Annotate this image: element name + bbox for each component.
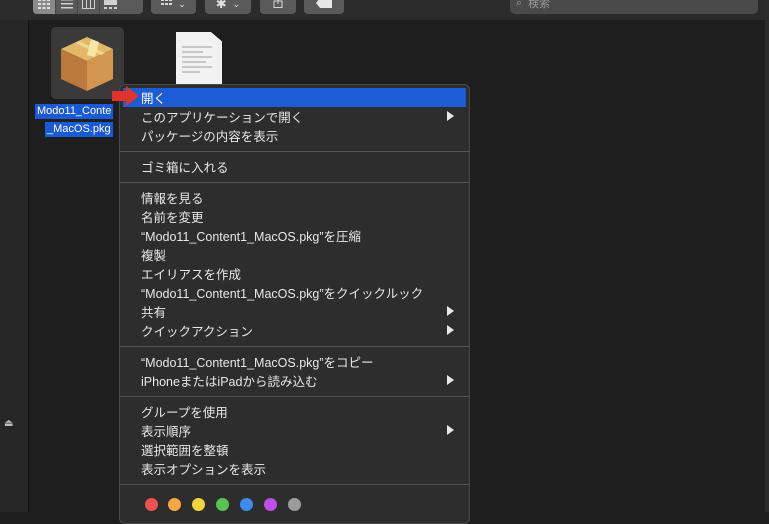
menu-item-label: グループを使用 [141,406,228,420]
menu-item-copy[interactable]: “Modo11_Content1_MacOS.pkg”をコピー [123,352,466,371]
list-view-icon[interactable] [55,0,77,14]
tag-blue-dot[interactable] [240,498,253,511]
menu-item-import-from-iphone[interactable]: iPhoneまたはiPadから読み込む [123,371,466,390]
menu-item-share[interactable]: 共有 [123,302,466,321]
menu-item-label: エイリアスを作成 [141,268,242,282]
menu-item-label: “Modo11_Content1_MacOS.pkg”を圧縮 [141,230,362,244]
search-icon: ⌕ [516,0,523,9]
menu-item-show-view-options[interactable]: 表示オプションを表示 [123,459,466,478]
menu-separator [120,396,469,397]
menu-item-open[interactable]: 開く [123,88,466,107]
menu-separator [120,484,469,485]
submenu-arrow-icon [447,111,454,121]
menu-item-get-info[interactable]: 情報を見る [123,188,466,207]
search-input[interactable] [526,0,731,11]
file-name-line-1: Modo11_Conte [35,104,114,119]
menu-item-use-groups[interactable]: グループを使用 [123,402,466,421]
tag-button[interactable] [304,0,344,14]
menu-item-label: 名前を変更 [141,211,204,225]
context-menu: 開く このアプリケーションで開く パッケージの内容を表示 ゴミ箱に入れる 情報を… [119,84,470,524]
chevron-down-icon: ⌄ [232,0,241,9]
file-name-line-2: _MacOS.pkg [45,122,113,137]
group-by-button[interactable]: ⌄ [151,0,196,14]
menu-item-label: クイックアクション [141,325,253,339]
menu-item-clean-up-selection[interactable]: 選択範囲を整頓 [123,440,466,459]
tag-yellow-dot[interactable] [192,498,205,511]
red-arrow-pointer-icon [112,86,139,106]
menu-item-rename[interactable]: 名前を変更 [123,207,466,226]
icon-view-icon[interactable] [33,0,55,14]
tag-orange-dot[interactable] [168,498,181,511]
tag-red-dot[interactable] [145,498,158,511]
share-button[interactable] [260,0,296,14]
tag-icon [316,0,332,13]
menu-separator [120,182,469,183]
submenu-arrow-icon [447,306,454,316]
submenu-arrow-icon [447,425,454,435]
menu-item-label: 情報を見る [141,192,204,206]
menu-item-duplicate[interactable]: 複製 [123,245,466,264]
menu-item-label: パッケージの内容を表示 [141,130,279,144]
share-icon [273,0,283,13]
menu-separator [120,151,469,152]
menu-separator [120,346,469,347]
menu-item-label: 選択範囲を整頓 [141,444,229,458]
menu-item-label: 表示オプションを表示 [141,463,267,477]
menu-item-label: iPhoneまたはiPadから読み込む [141,375,318,389]
finder-toolbar: ⌄ ✱ ⌄ ⌕ [0,0,769,20]
package-file-name[interactable]: Modo11_Conte _MacOS.pkg [35,101,125,137]
menu-item-open-with[interactable]: このアプリケーションで開く [123,107,466,126]
menu-item-quick-actions[interactable]: クイックアクション [123,321,466,340]
menu-item-label: “Modo11_Content1_MacOS.pkg”をコピー [141,356,374,370]
submenu-arrow-icon [447,325,454,335]
document-icon [182,46,212,76]
gear-icon: ✱ [215,0,227,11]
menu-item-label: “Modo11_Content1_MacOS.pkg”をクイックルック [141,287,424,301]
menu-item-label: 共有 [141,306,167,320]
tag-gray-dot[interactable] [288,498,301,511]
menu-item-label: ゴミ箱に入れる [141,161,229,175]
document-file-item[interactable] [176,32,222,84]
menu-item-label: 表示順序 [141,425,192,439]
menu-item-sort-by[interactable]: 表示順序 [123,421,466,440]
view-mode-control [33,0,143,14]
eject-icon[interactable]: ⏏ [4,418,13,429]
menu-item-quick-look[interactable]: “Modo11_Content1_MacOS.pkg”をクイックルック [123,283,466,302]
menu-item-label: 複製 [141,249,167,263]
action-menu-button[interactable]: ✱ ⌄ [205,0,251,14]
submenu-arrow-icon [447,375,454,385]
chevron-down-icon: ⌄ [178,0,186,9]
column-view-icon[interactable] [77,0,99,14]
menu-item-label: 開く [141,92,167,106]
menu-item-move-to-trash[interactable]: ゴミ箱に入れる [123,157,466,176]
menu-item-compress[interactable]: “Modo11_Content1_MacOS.pkg”を圧縮 [123,226,466,245]
grid-icon [161,0,173,13]
gallery-view-icon[interactable] [99,0,121,14]
menu-item-label: このアプリケーションで開く [141,111,304,125]
tag-purple-dot[interactable] [264,498,277,511]
sidebar: ⏏ [0,20,29,512]
search-field[interactable]: ⌕ [510,0,758,14]
menu-item-show-package-contents[interactable]: パッケージの内容を表示 [123,126,466,145]
menu-item-make-alias[interactable]: エイリアスを作成 [123,264,466,283]
window-edge [765,0,769,512]
tag-green-dot[interactable] [216,498,229,511]
